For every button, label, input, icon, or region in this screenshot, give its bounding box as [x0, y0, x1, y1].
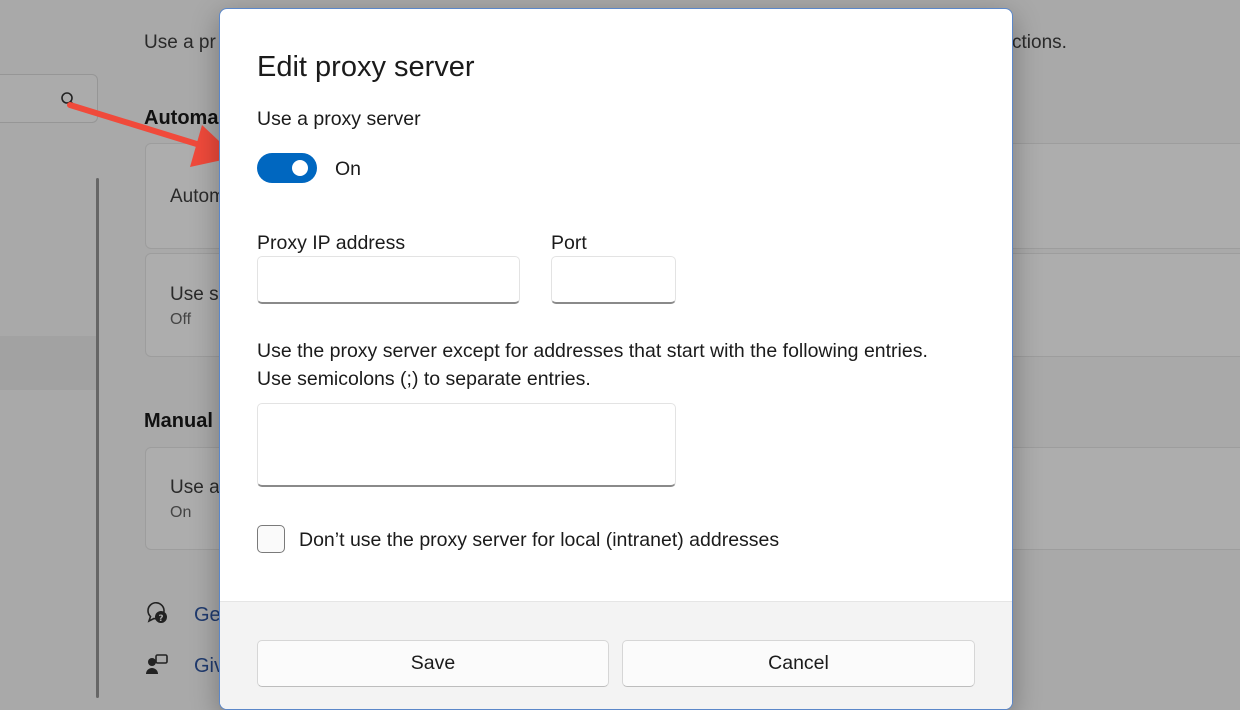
bg-card-title: Use a: [170, 477, 220, 498]
bg-card-status: On: [170, 504, 192, 521]
dialog-footer: Save Cancel: [220, 601, 1012, 709]
exceptions-label-line2: Use semicolons (;) to separate entries.: [257, 368, 591, 390]
save-button[interactable]: Save: [257, 640, 609, 687]
dialog-title: Edit proxy server: [257, 51, 475, 83]
help-icon: ?: [147, 602, 167, 624]
bg-description-tail: ctions.: [1012, 32, 1067, 53]
bg-selected-nav: [0, 336, 96, 390]
use-proxy-label: Use a proxy server: [257, 108, 421, 130]
port-label: Port: [551, 232, 587, 254]
feedback-icon: [146, 654, 168, 674]
bg-link-get-help: Ge: [194, 604, 221, 626]
use-proxy-toggle[interactable]: [257, 153, 317, 183]
annotation-arrow: [67, 102, 236, 167]
svg-text:?: ?: [158, 614, 163, 624]
bg-card-title: Use s: [170, 284, 219, 305]
toggle-state-label: On: [335, 158, 362, 180]
cancel-button[interactable]: Cancel: [622, 640, 975, 687]
exceptions-label-line1: Use the proxy server except for addresse…: [257, 340, 928, 362]
edit-proxy-dialog: Edit proxy server Use a proxy server On …: [219, 8, 1013, 710]
local-addresses-label: Don’t use the proxy server for local (in…: [299, 529, 780, 551]
port-input[interactable]: [551, 256, 676, 304]
exceptions-textarea[interactable]: [257, 403, 676, 487]
bg-scrollbar: [96, 178, 99, 698]
proxy-ip-label: Proxy IP address: [257, 232, 406, 254]
bg-description: Use a pr: [144, 32, 216, 53]
proxy-ip-input[interactable]: [257, 256, 520, 304]
toggle-knob: [292, 160, 308, 176]
local-addresses-checkbox[interactable]: [257, 525, 285, 553]
bg-manual-heading: Manual: [144, 410, 213, 432]
bg-card-status: Off: [170, 311, 192, 328]
bg-card-title: Autom: [170, 186, 225, 207]
